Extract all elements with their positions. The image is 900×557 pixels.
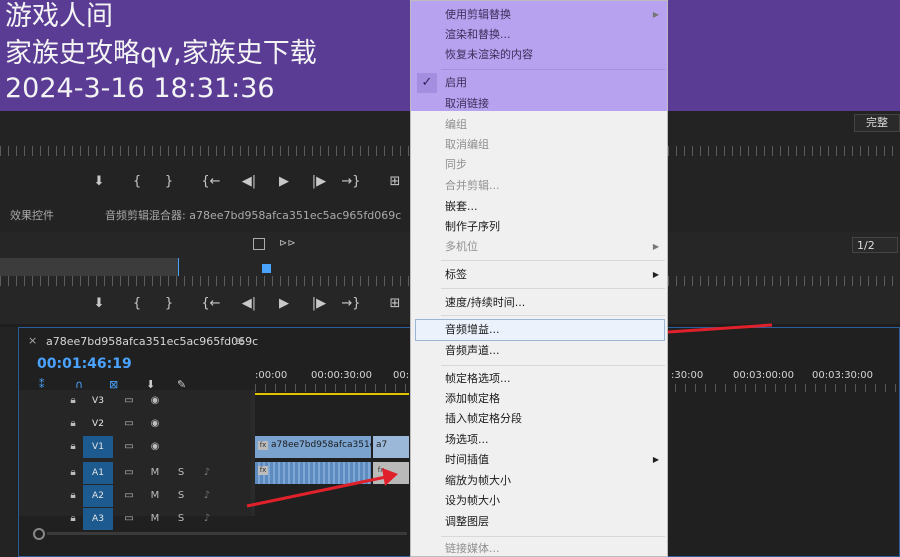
- menu-field-options[interactable]: 场选项...: [445, 433, 489, 447]
- menu-audio-channels[interactable]: 音频声道...: [445, 344, 500, 358]
- menu-separator: [441, 365, 665, 366]
- menu-make-subsequence[interactable]: 制作子序列: [445, 220, 500, 234]
- menu-time-interpolation[interactable]: 时间插值: [445, 453, 489, 467]
- arrow-line-2: [246, 475, 387, 508]
- submenu-arrow-icon: ▶: [652, 10, 659, 19]
- menu-synchronize[interactable]: 同步: [445, 158, 467, 172]
- menu-scale-to-frame-size[interactable]: 缩放为帧大小: [445, 474, 511, 488]
- menu-separator: [441, 315, 665, 316]
- menu-separator: [441, 69, 665, 70]
- menu-render-and-replace[interactable]: 渲染和替换...: [445, 28, 511, 42]
- menu-add-frame-hold[interactable]: 添加帧定格: [445, 392, 500, 406]
- menu-frame-hold-options[interactable]: 帧定格选项...: [445, 372, 511, 386]
- arrow-head-2: [382, 468, 398, 486]
- menu-adjustment-layer[interactable]: 调整图层: [445, 515, 489, 529]
- menu-speed-duration[interactable]: 速度/持续时间...: [445, 296, 525, 310]
- menu-set-to-frame-size[interactable]: 设为帧大小: [445, 494, 500, 508]
- menu-merge-clips[interactable]: 合并剪辑...: [445, 179, 500, 193]
- menu-separator: [441, 260, 665, 261]
- menu-separator: [441, 288, 665, 289]
- menu-nest[interactable]: 嵌套...: [445, 200, 478, 214]
- menu-insert-frame-hold-segment[interactable]: 插入帧定格分段: [445, 412, 522, 426]
- menu-group[interactable]: 编组: [445, 118, 467, 132]
- menu-ungroup[interactable]: 取消编组: [445, 138, 489, 152]
- menu-unlink[interactable]: 取消链接: [445, 97, 489, 111]
- menu-label[interactable]: 标签: [445, 268, 467, 282]
- enabled-check-icon: ✓: [417, 73, 437, 93]
- menu-separator: [441, 536, 665, 537]
- menu-multi-camera[interactable]: 多机位: [445, 240, 478, 254]
- submenu-arrow-icon: ▶: [652, 455, 659, 464]
- menu-restore-unrendered[interactable]: 恢复未渲染的内容: [445, 48, 533, 62]
- menu-enable[interactable]: 启用: [445, 76, 467, 90]
- menu-replace-with-clip[interactable]: 使用剪辑替换: [445, 8, 511, 22]
- menu-link-media[interactable]: 链接媒体...: [445, 542, 500, 556]
- submenu-arrow-icon: ▶: [652, 270, 659, 279]
- context-menu: ✓ 使用剪辑替换 ▶ 渲染和替换... 恢复未渲染的内容 启用 取消链接 编组 …: [410, 0, 668, 557]
- menu-audio-gain[interactable]: 音频增益...: [445, 323, 500, 337]
- submenu-arrow-icon: ▶: [652, 242, 659, 251]
